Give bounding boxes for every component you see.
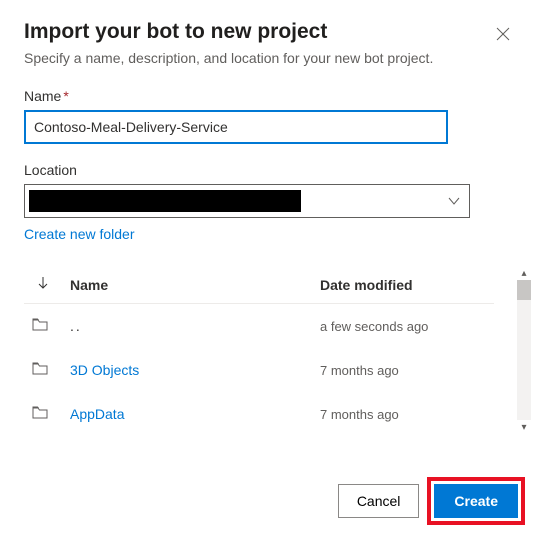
date-modified: a few seconds ago bbox=[312, 304, 494, 349]
scrollbar-thumb[interactable] bbox=[517, 280, 531, 300]
location-label: Location bbox=[24, 162, 515, 178]
chevron-down-icon bbox=[447, 194, 461, 208]
date-column-header[interactable]: Date modified bbox=[312, 266, 494, 304]
scroll-down-button[interactable]: ▾ bbox=[517, 420, 531, 434]
close-button[interactable] bbox=[491, 22, 515, 46]
create-button[interactable]: Create bbox=[434, 484, 518, 518]
table-row[interactable]: .. a few seconds ago bbox=[24, 304, 494, 349]
dialog-subtitle: Specify a name, description, and locatio… bbox=[24, 50, 515, 66]
folder-name[interactable]: 3D Objects bbox=[70, 362, 139, 378]
dialog-footer: Cancel Create bbox=[338, 477, 525, 525]
name-column-header[interactable]: Name bbox=[62, 266, 312, 304]
scrollbar-track[interactable] bbox=[517, 280, 531, 420]
required-mark: * bbox=[63, 88, 68, 104]
folder-icon bbox=[32, 362, 48, 375]
cancel-button[interactable]: Cancel bbox=[338, 484, 420, 518]
folder-icon bbox=[32, 406, 48, 419]
file-browser: ▴ ▾ Name Date modified . bbox=[24, 266, 515, 434]
table-row[interactable]: 3D Objects 7 months ago bbox=[24, 348, 494, 392]
location-dropdown[interactable] bbox=[24, 184, 470, 218]
dialog-header: Import your bot to new project bbox=[24, 20, 515, 50]
tutorial-highlight: Create bbox=[427, 477, 525, 525]
folder-name-parent[interactable]: .. bbox=[70, 318, 82, 334]
name-input[interactable] bbox=[24, 110, 448, 144]
folder-icon bbox=[32, 318, 48, 331]
date-modified: 7 months ago bbox=[312, 392, 494, 434]
location-value-redacted bbox=[29, 190, 301, 212]
import-bot-dialog: Import your bot to new project Specify a… bbox=[0, 0, 539, 434]
table-row[interactable]: AppData 7 months ago bbox=[24, 392, 494, 434]
close-icon bbox=[496, 27, 510, 41]
name-label-text: Name bbox=[24, 88, 61, 104]
dialog-title: Import your bot to new project bbox=[24, 20, 327, 44]
sort-column-header[interactable] bbox=[24, 266, 62, 304]
name-label: Name* bbox=[24, 88, 515, 104]
date-modified: 7 months ago bbox=[312, 348, 494, 392]
arrow-down-icon bbox=[38, 276, 48, 290]
folder-name[interactable]: AppData bbox=[70, 406, 124, 422]
file-table: Name Date modified .. a few seconds ago … bbox=[24, 266, 494, 434]
scroll-up-button[interactable]: ▴ bbox=[517, 266, 531, 280]
create-new-folder-link[interactable]: Create new folder bbox=[24, 226, 135, 242]
